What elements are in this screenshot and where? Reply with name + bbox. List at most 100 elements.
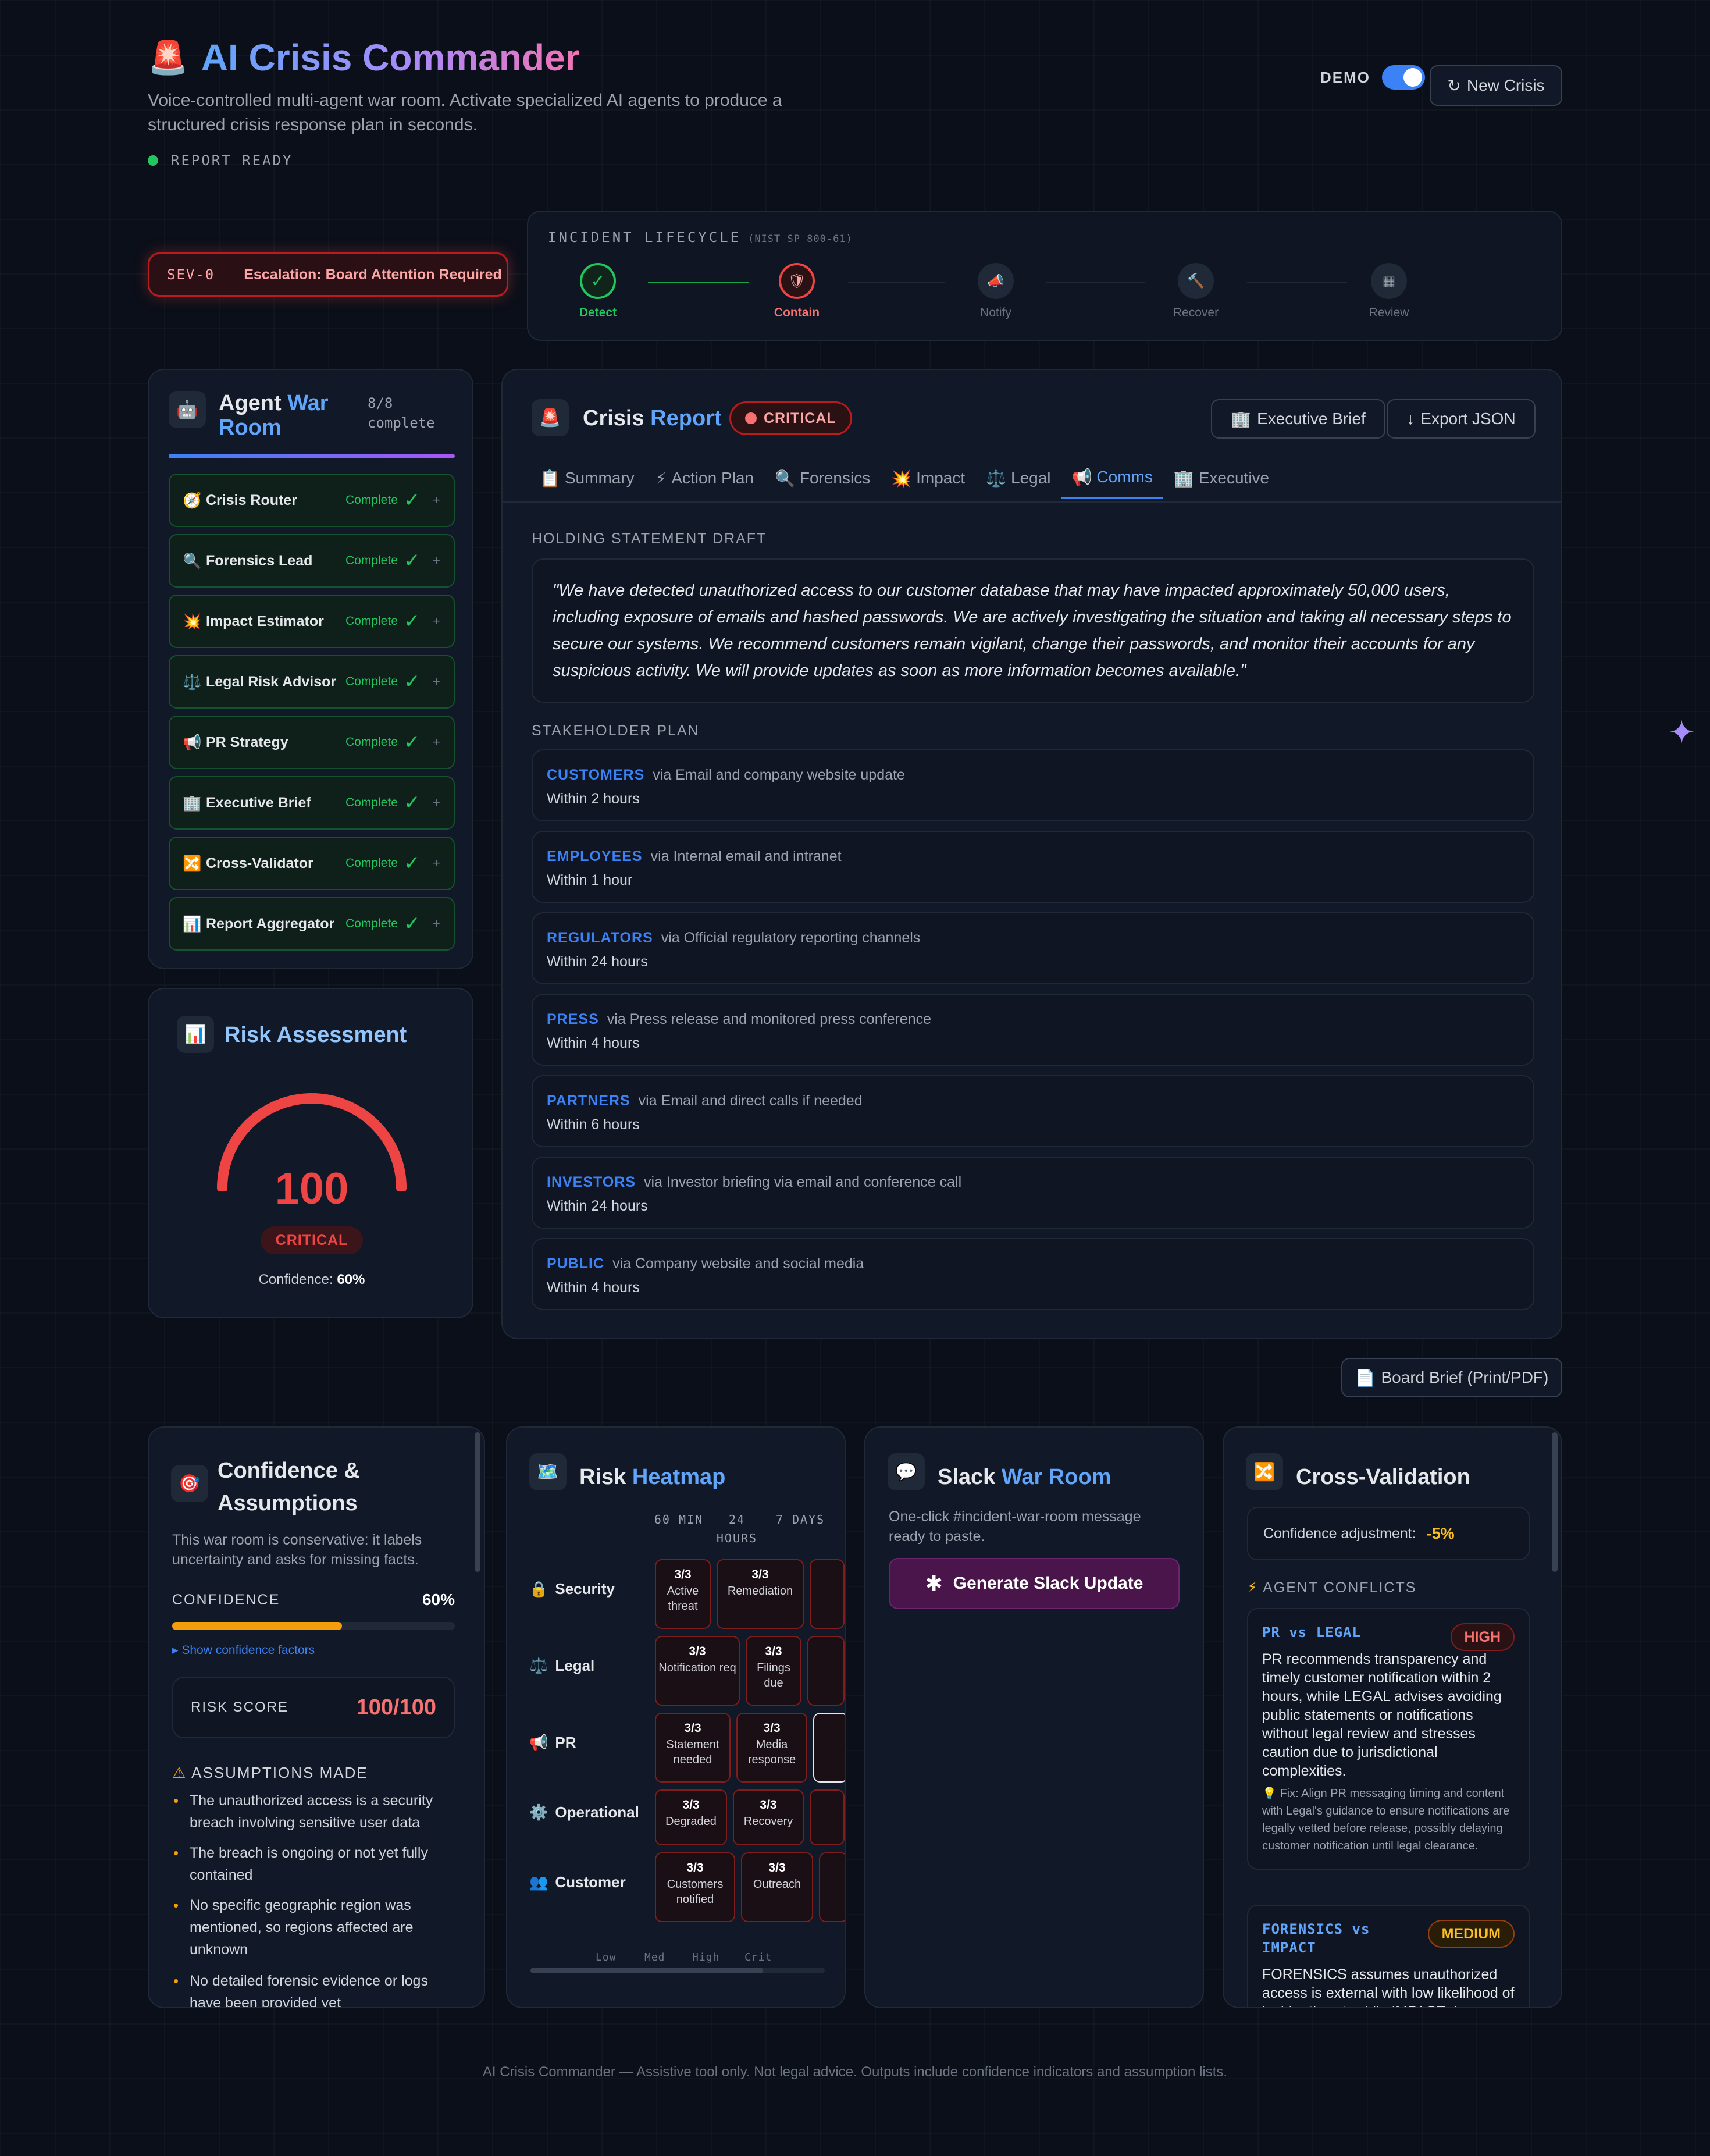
board-brief-button[interactable]: 📄 Board Brief (Print/PDF) xyxy=(1341,1358,1562,1397)
expand-icon[interactable]: + xyxy=(433,614,440,629)
expand-icon[interactable]: + xyxy=(433,916,440,931)
heatmap-legend-med: Med xyxy=(644,1951,665,1963)
shuffle-icon: 🔀 xyxy=(183,854,202,872)
heatmap-cell[interactable]: 3/3 Recovery xyxy=(733,1789,804,1845)
heatmap-cell[interactable] xyxy=(819,1852,845,1922)
heatmap-cell[interactable]: 3/3 Filings due xyxy=(746,1636,801,1706)
stakeholder-plan-label: STAKEHOLDER PLAN xyxy=(532,723,700,739)
heatmap-cell[interactable]: 3/3 Outreach xyxy=(741,1852,813,1922)
heatmap-cell[interactable]: 3/3 Notification req xyxy=(655,1636,740,1706)
agent-item[interactable]: 📊 Report Aggregator Complete ✓ + xyxy=(169,897,455,951)
conflict-pair: FORENSICS vs IMPACT xyxy=(1262,1921,1370,1956)
heatmap-row-label: 📢 PR xyxy=(529,1734,576,1751)
heatmap-cell[interactable]: 3/3 Customers notified xyxy=(655,1852,735,1922)
expand-icon[interactable]: + xyxy=(433,856,440,871)
agent-status: Complete xyxy=(345,735,398,749)
check-icon: ✓ xyxy=(404,550,421,572)
heatmap-cell[interactable] xyxy=(813,1713,845,1783)
scales-icon: ⚖️ xyxy=(183,673,202,691)
confidence-adjustment-value: -5% xyxy=(1426,1524,1455,1542)
tab-executive[interactable]: 🏢 Executive xyxy=(1163,457,1280,499)
heatmap-cell[interactable]: 3/3 Remediation xyxy=(717,1559,804,1629)
stakeholder-item: REGULATORS via Official regulatory report… xyxy=(532,912,1534,984)
stakeholder-item: PUBLIC via Company website and social med… xyxy=(532,1238,1534,1310)
expand-icon[interactable]: + xyxy=(433,674,440,689)
heatmap-scrollbar[interactable] xyxy=(530,1968,825,1973)
new-crisis-button[interactable]: ↻ New Crisis xyxy=(1430,65,1562,106)
stage-detect[interactable]: ✓ Detect xyxy=(557,263,639,320)
tab-legal[interactable]: ⚖️ Legal xyxy=(975,457,1061,499)
page-title: AI Crisis Commander xyxy=(201,37,580,79)
tabs-divider xyxy=(503,501,1561,503)
heatmap-legend-crit: Crit xyxy=(744,1951,772,1963)
agent-status: Complete xyxy=(345,675,398,688)
export-json-button[interactable]: ↓ Export JSON xyxy=(1387,399,1536,439)
panel-scrollbar[interactable] xyxy=(1552,1432,1558,1572)
lifecycle-connector xyxy=(1046,282,1145,283)
tab-comms[interactable]: 📢 Comms xyxy=(1061,457,1163,499)
heatmap-cell[interactable] xyxy=(810,1789,845,1845)
tab-forensics[interactable]: 🔍 Forensics xyxy=(764,457,881,499)
agent-item[interactable]: 📢 PR Strategy Complete ✓ + xyxy=(169,716,455,769)
tab-impact[interactable]: 💥 Impact xyxy=(881,457,975,499)
heatmap-cell[interactable] xyxy=(807,1636,845,1706)
heatmap-cell[interactable]: 3/3 Media response xyxy=(736,1713,807,1783)
stage-review[interactable]: ▦ Review xyxy=(1348,263,1430,320)
heatmap-row-label: ⚖️ Legal xyxy=(529,1657,595,1674)
assumption-item: No detailed forensic evidence or logs ha… xyxy=(172,1970,451,2007)
megaphone-icon: 📣 xyxy=(978,263,1014,299)
conflict-text: FORENSICS assumes unauthorized access is… xyxy=(1262,1966,1515,2007)
demo-label: DEMO xyxy=(1320,68,1370,86)
agent-item[interactable]: 💥 Impact Estimator Complete ✓ + xyxy=(169,595,455,648)
generate-slack-update-button[interactable]: ✱ Generate Slack Update xyxy=(889,1558,1180,1609)
agent-item[interactable]: 🔀 Cross-Validator Complete ✓ + xyxy=(169,837,455,890)
status-indicator: REPORT READY xyxy=(148,152,293,169)
heatmap-cell[interactable]: 3/3 Statement needed xyxy=(655,1713,731,1783)
tab-summary[interactable]: 📋 Summary xyxy=(529,457,645,499)
check-icon: ✓ xyxy=(580,263,616,299)
assumptions-label: ⚠ ASSUMPTIONS MADE xyxy=(172,1764,368,1781)
shield-icon: 🛡 xyxy=(779,263,815,299)
risk-score-label: RISK SCORE xyxy=(191,1699,289,1715)
expand-icon[interactable]: + xyxy=(433,493,440,508)
stage-contain[interactable]: 🛡 Contain xyxy=(756,263,838,320)
conflict-card: FORENSICS vs IMPACT MEDIUM FORENSICS ass… xyxy=(1247,1905,1530,2007)
slack-war-room: 💬 Slack War Room One-click #incident-war… xyxy=(864,1426,1204,2008)
stage-notify[interactable]: 📣 Notify xyxy=(955,263,1036,320)
expand-icon[interactable]: + xyxy=(433,795,440,810)
confidence-factors-link[interactable]: ▸ Show confidence factors xyxy=(172,1643,315,1657)
siren-icon: 🚨 xyxy=(532,399,569,436)
cross-validation-title: Cross-Validation xyxy=(1296,1465,1470,1489)
document-icon: 📄 xyxy=(1355,1368,1376,1387)
new-crisis-label: New Crisis xyxy=(1466,76,1545,94)
lifecycle-connector xyxy=(1247,282,1347,283)
scales-icon: ⚖️ xyxy=(986,469,1007,488)
heatmap-row-label: 👥 Customer xyxy=(529,1873,626,1891)
agent-item[interactable]: 🔍 Forensics Lead Complete ✓ + xyxy=(169,534,455,588)
executive-brief-button[interactable]: 🏢 Executive Brief xyxy=(1211,399,1385,439)
heatmap-cell[interactable]: 3/3 Degraded xyxy=(655,1789,727,1845)
demo-toggle[interactable] xyxy=(1382,65,1425,90)
sparkle-icon[interactable]: ✦ xyxy=(1668,713,1695,752)
conflict-severity-badge: HIGH xyxy=(1450,1623,1515,1651)
risk-score-box: RISK SCORE 100/100 xyxy=(172,1677,455,1738)
agent-status: Complete xyxy=(345,917,398,930)
agent-item[interactable]: 🧭 Crisis Router Complete ✓ + xyxy=(169,474,455,527)
agent-item[interactable]: ⚖️ Legal Risk Advisor Complete ✓ + xyxy=(169,655,455,709)
heatmap-cell[interactable]: 3/3 Active threat xyxy=(655,1559,711,1629)
panel-scrollbar[interactable] xyxy=(475,1432,480,1572)
agent-progress-bar xyxy=(169,454,455,458)
heatmap-cell[interactable] xyxy=(810,1559,845,1629)
severity-code: SEV-0 xyxy=(167,266,215,283)
conflict-severity-badge: MEDIUM xyxy=(1427,1920,1515,1948)
conflict-card: PR vs LEGAL HIGH PR recommends transpare… xyxy=(1247,1608,1530,1870)
stage-recover[interactable]: 🔨 Recover xyxy=(1155,263,1237,320)
tab-action-plan[interactable]: ⚡ Action Plan xyxy=(645,457,764,499)
agent-item[interactable]: 🏢 Executive Brief Complete ✓ + xyxy=(169,776,455,830)
expand-icon[interactable]: + xyxy=(433,735,440,750)
lifecycle-connector xyxy=(848,282,945,283)
confidence-title: Confidence & Assumptions xyxy=(218,1458,360,1515)
war-room-title: Agent War Room xyxy=(219,391,329,440)
footer-disclaimer: AI Crisis Commander — Assistive tool onl… xyxy=(482,2064,1228,2080)
expand-icon[interactable]: + xyxy=(433,553,440,568)
